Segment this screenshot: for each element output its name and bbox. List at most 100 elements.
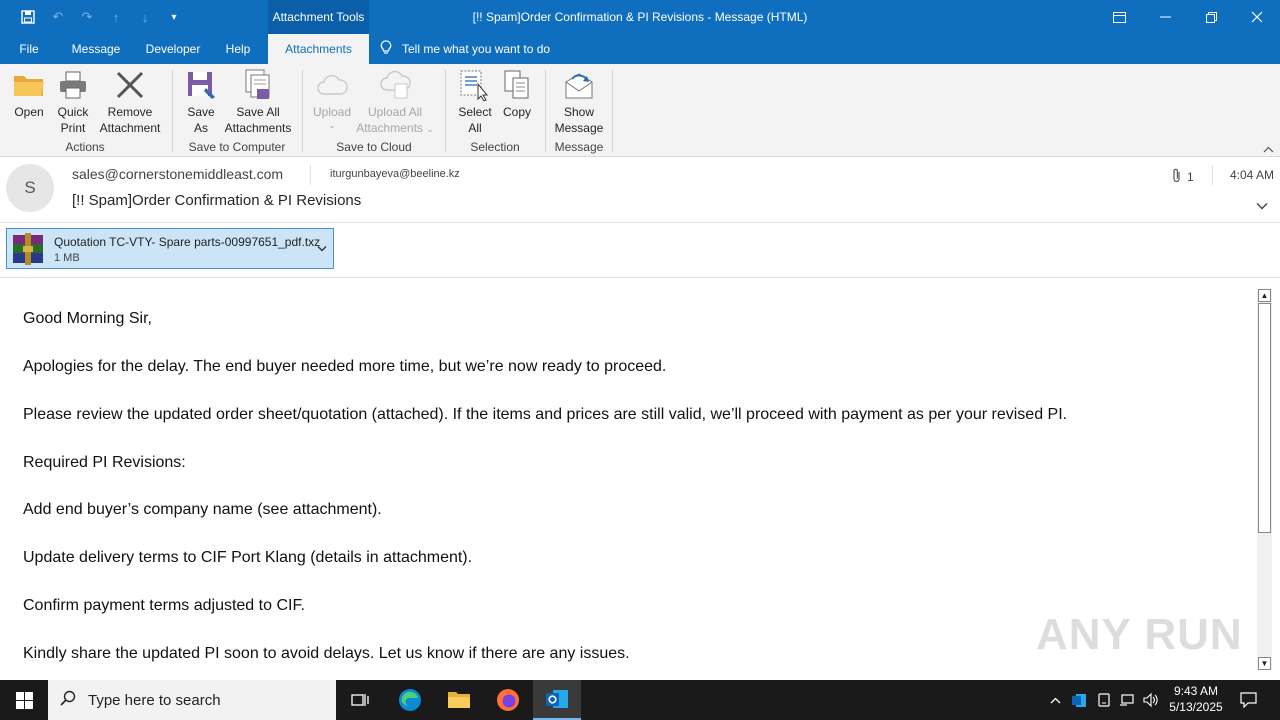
scroll-down-arrow-icon[interactable]: ▼ <box>1258 657 1271 670</box>
file-explorer-icon[interactable] <box>435 680 483 720</box>
taskbar-search-box[interactable]: Type here to search <box>48 680 336 720</box>
up-arrow-icon[interactable]: ↑ <box>104 6 128 28</box>
show-hidden-icons-chevron-icon[interactable] <box>1046 680 1064 720</box>
task-view-icon[interactable] <box>336 680 384 720</box>
tab-message[interactable]: Message <box>66 34 126 64</box>
upload-all-label-2-wrap: Attachments ⌄ <box>356 120 434 137</box>
body-paragraph: Good Morning Sir, <box>23 310 152 327</box>
message-header: S sales@cornerstonemiddleast.com iturgun… <box>0 157 1280 223</box>
attachment-size: 1 MB <box>54 252 80 264</box>
tell-me-search[interactable]: Tell me what you want to do <box>380 34 550 64</box>
scroll-up-arrow-icon[interactable]: ▲ <box>1258 289 1271 302</box>
device-icon[interactable] <box>1094 680 1114 720</box>
save-all-label-2: Attachments <box>224 121 292 135</box>
upload-all-label-2: Attachments <box>356 121 423 135</box>
title-bar: ↶ ↷ ↑ ↓ ▾ Attachment Tools [!! Spam]Orde… <box>0 0 1280 34</box>
select-all-label-2: All <box>468 121 482 135</box>
attachment-tools-context-label: Attachment Tools <box>268 0 369 34</box>
header-divider <box>1212 165 1213 185</box>
customize-qat-icon[interactable]: ▾ <box>162 6 186 28</box>
cloud-docs-icon <box>378 68 412 102</box>
body-paragraph: Update delivery terms to CIF Port Klang … <box>23 549 473 566</box>
volume-icon[interactable] <box>1140 680 1162 720</box>
edge-browser-icon[interactable] <box>386 680 434 720</box>
message-subject: [!! Spam]Order Confirmation & PI Revisio… <box>72 192 362 209</box>
save-all-attachments-button[interactable]: Save All Attachments <box>222 68 294 136</box>
clock-time: 9:43 AM <box>1173 684 1219 698</box>
undo-icon[interactable]: ↶ <box>46 6 70 28</box>
sender-address[interactable]: sales@cornerstonemiddleast.com <box>72 166 283 182</box>
folder-icon <box>12 68 46 102</box>
attachment-name: Quotation TC-VTY- Spare parts-00997651_p… <box>54 235 321 249</box>
scroll-thumb[interactable] <box>1258 303 1271 533</box>
save-as-button[interactable]: Save As <box>182 68 220 136</box>
open-button[interactable]: Open <box>10 68 48 120</box>
group-label-save-to-computer: Save to Computer <box>188 140 286 154</box>
group-label-actions: Actions <box>65 140 105 154</box>
show-message-label-1: Show <box>563 105 595 119</box>
winrar-archive-icon <box>11 233 45 265</box>
paperclip-icon <box>1172 168 1181 186</box>
open-label: Open <box>14 105 44 119</box>
minimize-button[interactable] <box>1142 0 1188 34</box>
ribbon-separator <box>302 70 303 152</box>
upload-all-attachments-button[interactable]: Upload All Attachments ⌄ <box>354 68 436 137</box>
down-arrow-icon[interactable]: ↓ <box>133 6 157 28</box>
group-label-save-to-cloud: Save to Cloud <box>336 140 412 154</box>
save-as-label-2: As <box>193 121 208 135</box>
ribbon-separator <box>445 70 446 152</box>
tab-file[interactable]: File <box>12 34 46 64</box>
remove-attachment-button[interactable]: Remove Attachment <box>96 68 164 136</box>
body-paragraph: Apologies for the delay. The end buyer n… <box>23 358 667 375</box>
save-all-docs-icon <box>241 68 275 102</box>
select-all-button[interactable]: Select All <box>455 68 495 136</box>
outlook-tray-icon[interactable] <box>1068 680 1090 720</box>
quick-print-label-2: Print <box>60 121 86 135</box>
ribbon-separator <box>545 70 546 152</box>
tell-me-text: Tell me what you want to do <box>402 42 551 56</box>
upload-button[interactable]: Upload ⌄ <box>310 68 354 130</box>
notifications-icon[interactable] <box>1234 680 1262 720</box>
restore-button[interactable] <box>1188 0 1234 34</box>
tab-developer[interactable]: Developer <box>140 34 206 64</box>
outlook-icon[interactable] <box>533 680 581 720</box>
group-label-selection: Selection <box>470 140 520 154</box>
collapse-ribbon-icon[interactable] <box>1263 142 1274 156</box>
windows-start-icon[interactable] <box>0 680 48 720</box>
copy-button[interactable]: Copy <box>499 68 535 120</box>
remove-label-1: Remove <box>107 105 153 119</box>
expand-header-icon[interactable] <box>1256 197 1268 213</box>
ribbon: Open Quick Print Remove Attachment Actio… <box>0 64 1280 157</box>
chevron-down-icon: ⌄ <box>426 124 434 134</box>
redo-icon[interactable]: ↷ <box>75 6 99 28</box>
clock-date: 5/13/2025 <box>1169 700 1223 714</box>
remove-x-icon <box>113 68 147 102</box>
attachment-count[interactable]: 1 <box>1172 168 1194 186</box>
body-paragraph: Confirm payment terms adjusted to CIF. <box>23 597 305 614</box>
taskbar-clock[interactable]: 9:43 AM 5/13/2025 <box>1164 683 1228 715</box>
avatar[interactable]: S <box>6 164 54 212</box>
save-as-label-1: Save <box>187 105 215 119</box>
quick-print-button[interactable]: Quick Print <box>53 68 93 136</box>
tab-help[interactable]: Help <box>220 34 256 64</box>
recipient-address[interactable]: iturgunbayeva@beeline.kz <box>330 168 460 180</box>
body-paragraph: Kindly share the updated PI soon to avoi… <box>23 645 630 662</box>
firefox-icon[interactable] <box>484 680 532 720</box>
show-message-button[interactable]: Show Message <box>553 68 605 136</box>
chevron-down-icon: ⌄ <box>328 120 336 130</box>
ribbon-display-options-icon[interactable] <box>1096 0 1142 34</box>
printer-icon <box>56 68 90 102</box>
close-button[interactable] <box>1234 0 1280 34</box>
network-icon[interactable] <box>1116 680 1138 720</box>
floppy-disk-icon <box>184 68 218 102</box>
attachment-item[interactable]: Quotation TC-VTY- Spare parts-00997651_p… <box>6 228 334 269</box>
window-title: [!! Spam]Order Confirmation & PI Revisio… <box>472 10 808 24</box>
attachment-dropdown-icon[interactable] <box>317 241 327 255</box>
vertical-scrollbar[interactable]: ▲ ▼ <box>1257 289 1272 670</box>
attachment-well: Quotation TC-VTY- Spare parts-00997651_p… <box>0 224 1280 278</box>
copy-icon <box>500 68 534 102</box>
tab-attachments[interactable]: Attachments <box>268 34 369 64</box>
ribbon-separator <box>612 70 613 152</box>
save-icon[interactable] <box>16 6 40 28</box>
lightbulb-icon <box>380 40 392 58</box>
